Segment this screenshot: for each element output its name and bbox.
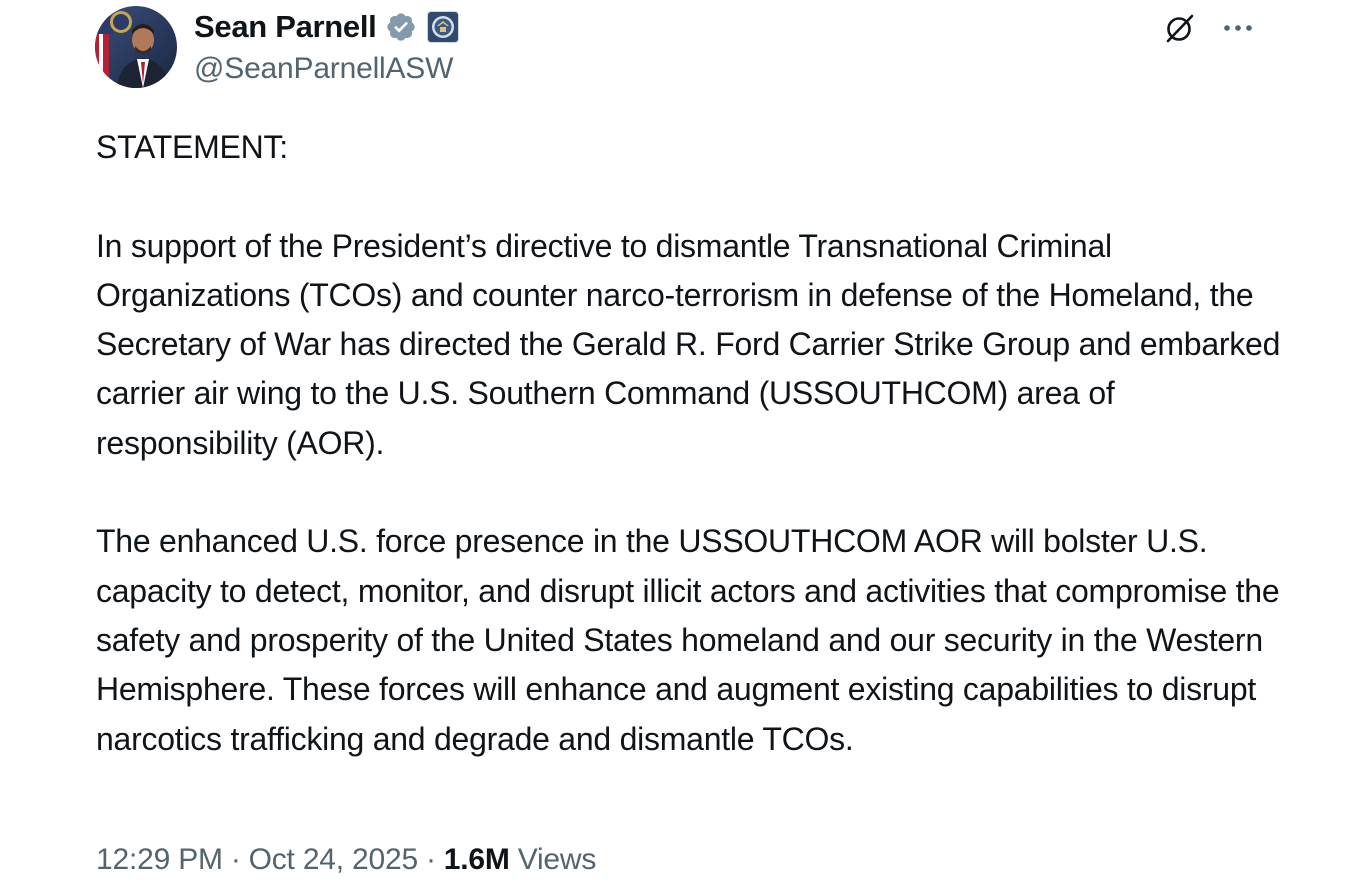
tweet-text: STATEMENT: In support of the President’s… bbox=[96, 123, 1296, 764]
name-row: Sean Parnell bbox=[194, 8, 459, 46]
display-name[interactable]: Sean Parnell bbox=[194, 9, 377, 45]
views-count[interactable]: 1.6M bbox=[444, 843, 510, 877]
author-names: Sean Parnell @SeanParnellASW bbox=[194, 8, 459, 86]
tweet-top-actions bbox=[1162, 10, 1256, 46]
meta-separator: · bbox=[230, 843, 241, 876]
tweet: Sean Parnell @SeanParnellASW STATEMENT: … bbox=[0, 0, 1361, 895]
tweet-paragraph-2: The enhanced U.S. force presence in the … bbox=[96, 523, 1280, 757]
grok-icon[interactable] bbox=[1162, 10, 1198, 46]
statement-heading: STATEMENT: bbox=[96, 129, 288, 165]
verified-badge-icon bbox=[385, 11, 417, 43]
tweet-paragraph-1: In support of the President’s directive … bbox=[96, 227, 1281, 461]
department-seal-icon[interactable] bbox=[426, 11, 459, 43]
views-label: Views bbox=[517, 843, 597, 876]
meta-separator: · bbox=[426, 843, 436, 876]
more-options-icon[interactable] bbox=[1220, 10, 1256, 46]
timestamp-date[interactable]: Oct 24, 2025 bbox=[249, 843, 419, 877]
timestamp-time[interactable]: 12:29 PM bbox=[96, 843, 223, 877]
tweet-meta: 12:29 PM · Oct 24, 2025 · 1.6M Views bbox=[96, 843, 596, 877]
avatar[interactable] bbox=[95, 6, 177, 88]
user-handle[interactable]: @SeanParnellASW bbox=[194, 52, 459, 86]
